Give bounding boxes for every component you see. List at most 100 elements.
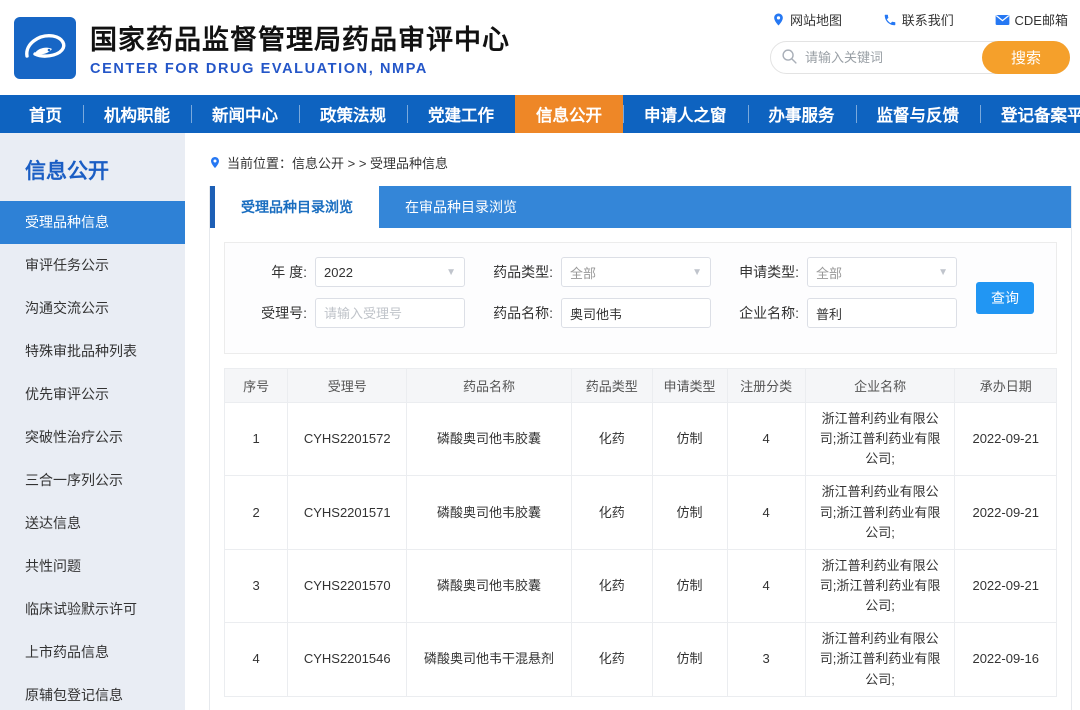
search-icon [781, 48, 798, 70]
cde-logo [14, 17, 76, 79]
cell-drug-name: 磷酸奥司他韦胶囊 [407, 549, 572, 622]
sidebar-item-7[interactable]: 送达信息 [0, 502, 185, 545]
results-table: 序号受理号药品名称药品类型申请类型注册分类企业名称承办日期 1CYHS22015… [224, 368, 1057, 697]
cell-date: 2022-09-21 [955, 476, 1057, 549]
cell-index: 2 [225, 476, 288, 549]
sidebar-item-10[interactable]: 上市药品信息 [0, 631, 185, 674]
nav-item-4[interactable]: 党建工作 [407, 95, 515, 133]
column-header-1: 受理号 [288, 369, 407, 403]
cell-drug-name: 磷酸奥司他韦胶囊 [407, 476, 572, 549]
cell-apply-type: 仿制 [652, 476, 727, 549]
nav-item-2[interactable]: 新闻中心 [191, 95, 299, 133]
site-subtitle: CENTER FOR DRUG EVALUATION, NMPA [90, 61, 510, 77]
cell-reg-class: 4 [727, 403, 805, 476]
acceptance-no-input[interactable] [324, 306, 456, 321]
cell-reg-class: 3 [727, 623, 805, 696]
sidebar-item-2[interactable]: 沟通交流公示 [0, 287, 185, 330]
nav-item-0[interactable]: 首页 [8, 95, 83, 133]
year-value: 2022 [324, 265, 353, 280]
breadcrumb: 当前位置：信息公开 > > 受理品种信息 [209, 153, 1072, 172]
chevron-down-icon: ▼ [692, 267, 702, 278]
nav-item-3[interactable]: 政策法规 [299, 95, 407, 133]
table-row[interactable]: 4CYHS2201546磷酸奥司他韦干混悬剂化药仿制3浙江普利药业有限公司;浙江… [225, 623, 1057, 696]
drug-name-input[interactable] [570, 306, 702, 321]
cell-acceptance-no: CYHS2201546 [288, 623, 407, 696]
header-searchbar: 搜索 [770, 41, 1070, 74]
query-button[interactable]: 查询 [976, 282, 1034, 314]
company-label: 企业名称: [733, 303, 799, 323]
apply-type-label: 申请类型: [733, 262, 799, 282]
column-header-2: 药品名称 [407, 369, 572, 403]
sidebar-item-0[interactable]: 受理品种信息 [0, 201, 185, 244]
apply-type-select[interactable]: 全部 ▼ [807, 257, 957, 287]
nav-item-6[interactable]: 申请人之窗 [623, 95, 748, 133]
sidebar-item-11[interactable]: 原辅包登记信息 [0, 674, 185, 710]
quick-links: 网站地图 联系我们 CDE邮箱 [770, 10, 1070, 29]
apply-type-value: 全部 [816, 263, 842, 282]
chevron-down-icon: ▼ [446, 267, 456, 278]
cell-reg-class: 4 [727, 549, 805, 622]
column-header-3: 药品类型 [571, 369, 652, 403]
table-row[interactable]: 3CYHS2201570磷酸奥司他韦胶囊化药仿制4浙江普利药业有限公司;浙江普利… [225, 549, 1057, 622]
cell-drug-type: 化药 [571, 623, 652, 696]
tab-accepted-catalog[interactable]: 受理品种目录浏览 [215, 186, 379, 228]
tab-under-review-catalog[interactable]: 在审品种目录浏览 [379, 186, 543, 228]
cell-apply-type: 仿制 [652, 623, 727, 696]
contact-link[interactable]: 联系我们 [883, 10, 954, 29]
sidebar-item-4[interactable]: 优先审评公示 [0, 373, 185, 416]
sitemap-label: 网站地图 [790, 10, 842, 29]
nav-item-7[interactable]: 办事服务 [748, 95, 856, 133]
cde-mail-link[interactable]: CDE邮箱 [995, 10, 1068, 29]
company-input[interactable] [816, 306, 948, 321]
cell-index: 4 [225, 623, 288, 696]
year-select[interactable]: 2022 ▼ [315, 257, 465, 287]
cell-date: 2022-09-16 [955, 623, 1057, 696]
mail-icon [995, 14, 1010, 26]
sidebar-item-6[interactable]: 三合一序列公示 [0, 459, 185, 502]
acceptance-no-label: 受理号: [241, 303, 307, 323]
nav-item-8[interactable]: 监督与反馈 [856, 95, 981, 133]
drug-name-label: 药品名称: [487, 303, 553, 323]
sitemap-link[interactable]: 网站地图 [772, 10, 842, 29]
cell-company: 浙江普利药业有限公司;浙江普利药业有限公司; [805, 623, 955, 696]
cell-date: 2022-09-21 [955, 403, 1057, 476]
site-title: 国家药品监督管理局药品审评中心 [90, 18, 510, 57]
nav-item-9[interactable]: 登记备案平台 [980, 95, 1080, 133]
cell-drug-name: 磷酸奥司他韦胶囊 [407, 403, 572, 476]
sidebar-item-3[interactable]: 特殊审批品种列表 [0, 330, 185, 373]
cell-drug-name: 磷酸奥司他韦干混悬剂 [407, 623, 572, 696]
table-row[interactable]: 2CYHS2201571磷酸奥司他韦胶囊化药仿制4浙江普利药业有限公司;浙江普利… [225, 476, 1057, 549]
cell-reg-class: 4 [727, 476, 805, 549]
drug-type-label: 药品类型: [487, 262, 553, 282]
location-pin-icon [209, 155, 221, 170]
cell-acceptance-no: CYHS2201571 [288, 476, 407, 549]
sidebar-item-1[interactable]: 审评任务公示 [0, 244, 185, 287]
main-nav: 首页机构职能新闻中心政策法规党建工作信息公开申请人之窗办事服务监督与反馈登记备案… [0, 95, 1080, 133]
map-pin-icon [772, 12, 785, 27]
cell-index: 3 [225, 549, 288, 622]
cell-date: 2022-09-21 [955, 549, 1057, 622]
nav-item-5[interactable]: 信息公开 [515, 95, 623, 133]
year-label: 年 度: [241, 262, 307, 282]
cell-company: 浙江普利药业有限公司;浙江普利药业有限公司; [805, 549, 955, 622]
cell-acceptance-no: CYHS2201570 [288, 549, 407, 622]
drug-type-select[interactable]: 全部 ▼ [561, 257, 711, 287]
nav-item-1[interactable]: 机构职能 [83, 95, 191, 133]
site-header: 国家药品监督管理局药品审评中心 CENTER FOR DRUG EVALUATI… [0, 0, 1080, 95]
search-button[interactable]: 搜索 [982, 41, 1070, 74]
column-header-7: 承办日期 [955, 369, 1057, 403]
sidebar-item-9[interactable]: 临床试验默示许可 [0, 588, 185, 631]
column-header-6: 企业名称 [805, 369, 955, 403]
table-row[interactable]: 1CYHS2201572磷酸奥司他韦胶囊化药仿制4浙江普利药业有限公司;浙江普利… [225, 403, 1057, 476]
breadcrumb-text: 当前位置：信息公开 > > 受理品种信息 [227, 153, 448, 172]
cell-acceptance-no: CYHS2201572 [288, 403, 407, 476]
column-header-4: 申请类型 [652, 369, 727, 403]
sidebar-item-5[interactable]: 突破性治疗公示 [0, 416, 185, 459]
contact-label: 联系我们 [902, 10, 954, 29]
cell-drug-type: 化药 [571, 549, 652, 622]
content-card: 受理品种目录浏览 在审品种目录浏览 年 度: 2022 ▼ 药品类型: [209, 186, 1072, 710]
sidebar: 信息公开 受理品种信息审评任务公示沟通交流公示特殊审批品种列表优先审评公示突破性… [0, 133, 185, 710]
cde-mail-label: CDE邮箱 [1015, 10, 1068, 29]
cell-index: 1 [225, 403, 288, 476]
sidebar-item-8[interactable]: 共性问题 [0, 545, 185, 588]
